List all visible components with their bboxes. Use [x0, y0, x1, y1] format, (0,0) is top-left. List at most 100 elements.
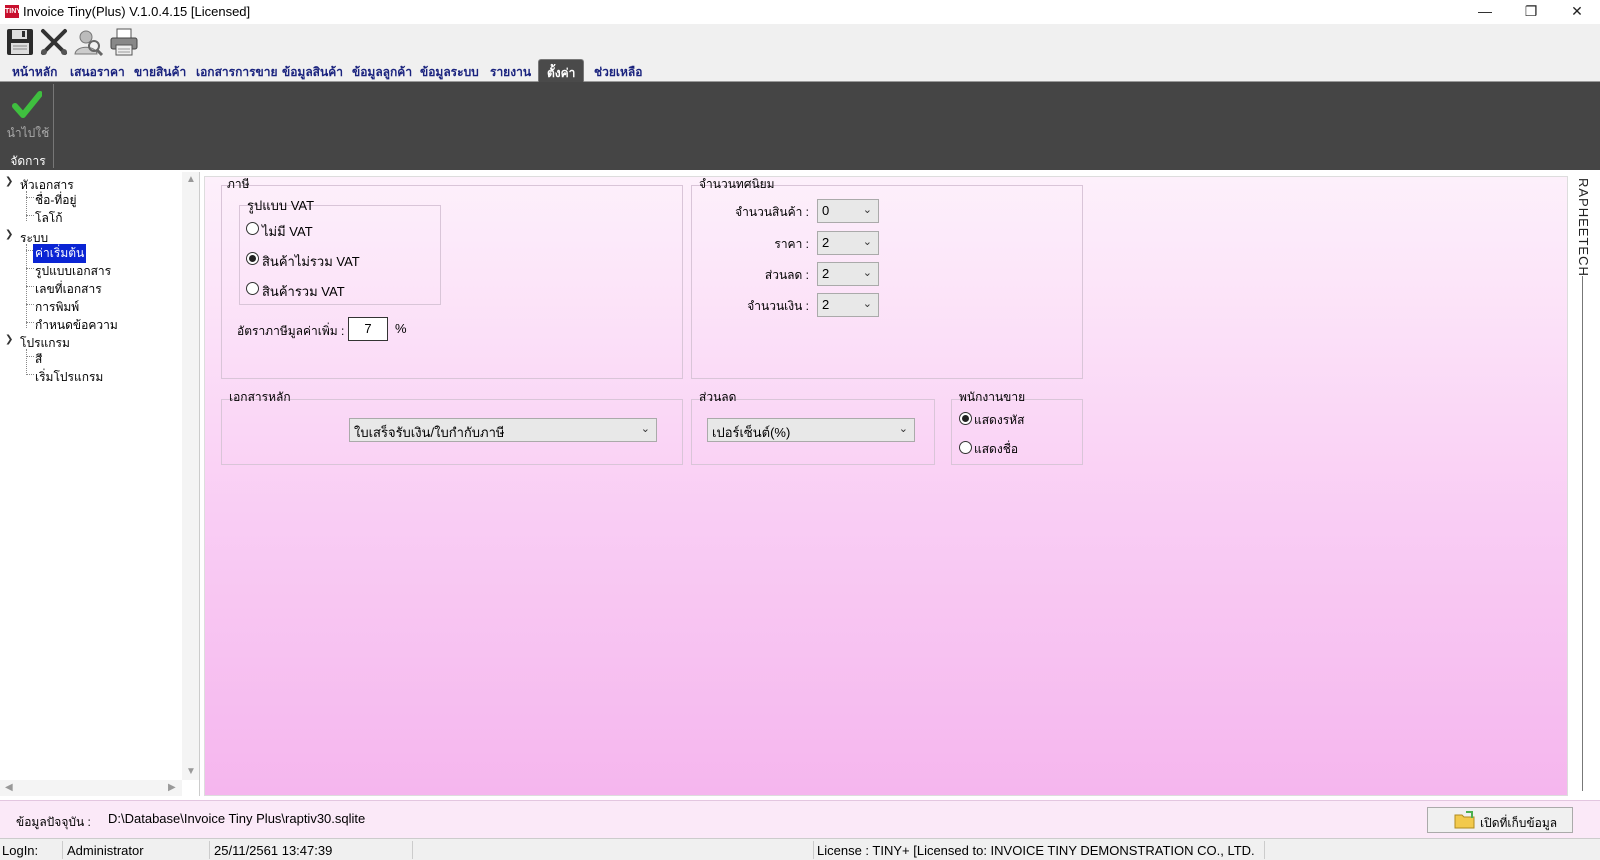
tree-node-color[interactable]: สี — [35, 350, 42, 369]
tab-help[interactable]: ช่วยเหลือ — [594, 63, 643, 82]
database-bar: ข้อมูลปัจจุบัน : D:\Database\Invoice Tin… — [0, 800, 1600, 838]
tab-customers[interactable]: ข้อมูลลูกค้า — [352, 63, 412, 82]
open-database-folder-button[interactable]: เปิดที่เก็บข้อมูล — [1427, 807, 1573, 833]
tree-node-name-address[interactable]: ชื่อ-ที่อยู่ — [35, 191, 77, 210]
main-document-legend: เอกสารหลัก — [229, 390, 291, 404]
print-icon[interactable] — [108, 26, 140, 58]
tree-node-startup[interactable]: เริ่มโปรแกรม — [35, 368, 103, 387]
tree-node-document-number[interactable]: เลขที่เอกสาร — [35, 280, 102, 299]
decimals-discount-label: ส่วนลด : — [764, 268, 809, 282]
vat-rate-unit: % — [395, 321, 407, 336]
ribbon-group-label: จัดการ — [10, 154, 46, 168]
tab-home[interactable]: หน้าหลัก — [12, 63, 57, 82]
tab-sales[interactable]: ขายสินค้า — [134, 63, 186, 82]
chevron-down-icon[interactable]: ❯ — [5, 334, 13, 345]
settings-content: ภาษี รูปแบบ VAT ไม่มี VAT สินค้าไม่รวม V… — [204, 176, 1568, 796]
tree-node-logo[interactable]: โลโก้ — [35, 209, 63, 228]
minimize-button[interactable]: — — [1462, 0, 1508, 24]
tab-system-data[interactable]: ข้อมูลระบบ — [420, 63, 479, 82]
tree-node-defaults[interactable]: ค่าเริ่มต้น — [33, 244, 87, 263]
chevron-down-icon: ⌄ — [898, 423, 908, 435]
window-title: Invoice Tiny(Plus) V.1.0.4.15 [Licensed] — [23, 4, 251, 19]
tree-line — [26, 191, 27, 221]
salesperson-legend: พนักงานขาย — [959, 390, 1026, 404]
chevron-down-icon[interactable]: ❯ — [5, 176, 13, 187]
divider — [1264, 841, 1265, 859]
chevron-down-icon: ⌄ — [862, 298, 872, 310]
chevron-down-icon: ⌄ — [862, 267, 872, 279]
decimals-discount-select[interactable]: 2 ⌄ — [817, 262, 879, 286]
title-bar: TINY Invoice Tiny(Plus) V.1.0.4.15 [Lice… — [0, 0, 1600, 24]
scroll-right-icon[interactable]: ▶ — [168, 782, 176, 793]
apply-button[interactable]: นำไปใช้ — [2, 124, 54, 143]
divider — [209, 841, 210, 859]
tab-products[interactable]: ข้อมูลสินค้า — [282, 63, 343, 82]
brand-label: RAPHEETECH — [1576, 178, 1591, 277]
divider — [62, 841, 63, 859]
radio-vat-exclusive[interactable] — [246, 252, 259, 265]
tree-vertical-scrollbar[interactable]: ▲ ▼ — [182, 172, 199, 780]
radio-no-vat-label[interactable]: ไม่มี VAT — [262, 221, 313, 242]
discount-type-select[interactable]: เปอร์เซ็นต์(%) ⌄ — [707, 418, 915, 442]
tree-node-document-format[interactable]: รูปแบบเอกสาร — [35, 262, 111, 281]
tab-reports[interactable]: รายงาน — [490, 63, 531, 82]
radio-show-name-label[interactable]: แสดงชื่อ — [974, 440, 1018, 459]
tree-node-printing[interactable]: การพิมพ์ — [35, 298, 79, 317]
tree-line — [26, 268, 34, 269]
tree-node-program[interactable]: โปรแกรม — [20, 334, 70, 353]
logged-in-user: Administrator — [67, 843, 144, 858]
cut-icon[interactable] — [38, 26, 70, 58]
vat-type-legend: รูปแบบ VAT — [247, 198, 315, 213]
user-search-icon[interactable] — [72, 26, 104, 58]
radio-show-name[interactable] — [959, 441, 972, 454]
radio-show-code[interactable] — [959, 412, 972, 425]
tree-line — [26, 250, 33, 251]
tree-line — [26, 356, 34, 357]
radio-vat-inclusive[interactable] — [246, 282, 259, 295]
tree-line — [26, 349, 27, 375]
decimals-discount-value: 2 — [822, 266, 830, 281]
close-button[interactable]: ✕ — [1554, 0, 1600, 24]
radio-show-code-label[interactable]: แสดงรหัส — [974, 411, 1024, 430]
decimals-amount-value: 2 — [822, 297, 830, 312]
folder-icon — [1454, 811, 1476, 829]
current-datetime: 25/11/2561 13:47:39 — [214, 843, 333, 858]
tab-settings[interactable]: ตั้งค่า — [538, 59, 585, 82]
tree-line — [26, 304, 34, 305]
menu-bar: หน้าหลัก เสนอราคา ขายสินค้า เอกสารการขาย… — [0, 59, 1600, 82]
tab-quotation[interactable]: เสนอราคา — [70, 63, 125, 82]
current-database-path: D:\Database\Invoice Tiny Plus\raptiv30.s… — [108, 811, 366, 826]
scroll-up-icon[interactable]: ▲ — [186, 174, 196, 185]
radio-vat-exclusive-label[interactable]: สินค้าไม่รวม VAT — [262, 251, 360, 272]
open-database-folder-label: เปิดที่เก็บข้อมูล — [1480, 816, 1558, 830]
decimals-quantity-value: 0 — [822, 203, 830, 218]
ribbon-group-manage: นำไปใช้ จัดการ — [2, 84, 54, 168]
decimals-quantity-select[interactable]: 0 ⌄ — [817, 199, 879, 223]
tree-line — [26, 215, 34, 216]
checkmark-icon[interactable] — [12, 90, 43, 120]
vat-rate-input[interactable]: 7 — [348, 317, 388, 341]
save-icon[interactable] — [4, 26, 36, 58]
chevron-down-icon: ⌄ — [640, 423, 650, 435]
scroll-down-icon[interactable]: ▼ — [186, 766, 196, 777]
radio-vat-inclusive-label[interactable]: สินค้ารวม VAT — [262, 281, 345, 302]
chevron-down-icon[interactable]: ❯ — [5, 229, 13, 240]
scroll-left-icon[interactable]: ◀ — [5, 782, 13, 793]
decimals-price-select[interactable]: 2 ⌄ — [817, 231, 879, 255]
current-database-label: ข้อมูลปัจจุบัน : — [16, 815, 91, 829]
decimals-amount-label: จำนวนเงิน : — [747, 299, 809, 313]
main-document-select[interactable]: ใบเสร็จรับเงิน/ใบกำกับภาษี ⌄ — [349, 418, 657, 442]
tab-sales-documents[interactable]: เอกสารการขาย — [196, 63, 278, 82]
tree-node-messages[interactable]: กำหนดข้อความ — [35, 316, 118, 335]
tree-line — [26, 322, 34, 323]
tree-horizontal-scrollbar[interactable]: ◀ ▶ — [0, 780, 182, 796]
decimals-group-legend: จำนวนทศนิยม — [699, 177, 775, 191]
chevron-down-icon: ⌄ — [862, 204, 872, 216]
maximize-button[interactable]: ❐ — [1508, 0, 1554, 24]
radio-no-vat[interactable] — [246, 222, 259, 235]
app-icon: TINY — [5, 5, 21, 18]
discount-type-value: เปอร์เซ็นต์(%) — [712, 425, 791, 440]
tax-group-legend: ภาษี — [227, 177, 250, 191]
status-bar: LogIn: Administrator 25/11/2561 13:47:39… — [0, 838, 1600, 860]
decimals-amount-select[interactable]: 2 ⌄ — [817, 293, 879, 317]
